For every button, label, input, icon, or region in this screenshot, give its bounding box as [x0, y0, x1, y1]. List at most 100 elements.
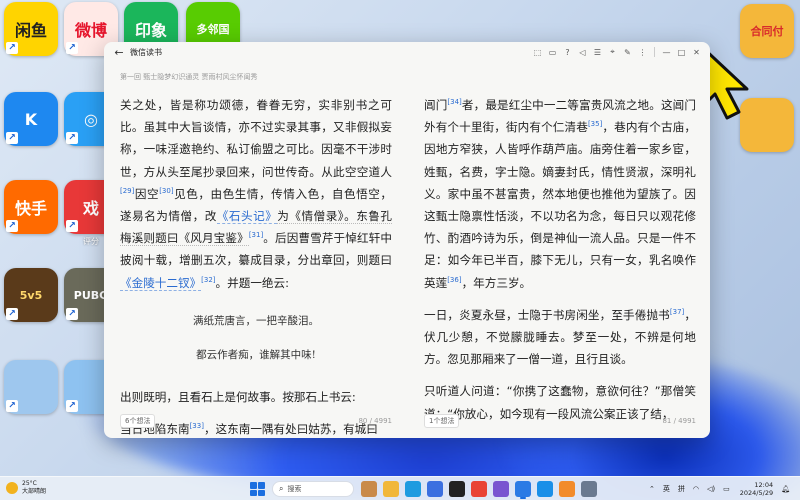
window-titlebar: ← 微信读书 ⬚ ▭? ◁ ☰ ⌖ ✎ ⋮ — □ ✕: [104, 42, 710, 62]
footnote-marker[interactable]: [37]: [670, 308, 684, 316]
wifi-icon[interactable]: ◠: [693, 485, 699, 493]
book-title-link[interactable]: 《石头记》: [216, 209, 278, 225]
text-run: ，巷内有个古庙，因地方窄狭，人皆呼作葫芦庙。庙旁住着一家乡宦，姓甄，名费，字士隐…: [424, 120, 696, 290]
kugou-app-icon[interactable]: K ↗: [4, 92, 58, 148]
footnote-marker[interactable]: [29]: [120, 187, 134, 195]
text-run: 阊门: [424, 98, 448, 112]
tray-chevron-up-icon[interactable]: ⌃: [649, 485, 655, 493]
ferret-app-icon[interactable]: [361, 481, 377, 497]
kuaishou-app-icon[interactable]: 快手 ↗: [4, 180, 58, 236]
footnote-marker[interactable]: [30]: [159, 187, 173, 195]
back-arrow-icon[interactable]: ←: [110, 42, 128, 62]
shortcut-arrow-icon: ↗: [6, 42, 18, 54]
clock-date: 2024/5/29: [739, 489, 774, 497]
footnote-marker[interactable]: [31]: [249, 231, 263, 239]
tablet-icon[interactable]: ▭: [545, 45, 560, 60]
book-title-link[interactable]: 《金陵十二钗》: [120, 275, 202, 291]
maximize-icon[interactable]: □: [674, 45, 689, 60]
edge-browser-icon[interactable]: [405, 481, 421, 497]
search-placeholder: 搜索: [287, 485, 302, 493]
battery-icon[interactable]: ▭: [723, 485, 730, 493]
poem-line: 满纸荒唐言，一把辛酸泪。: [193, 314, 319, 327]
honor-of-kings-app-icon[interactable]: 5v5 ↗: [4, 268, 58, 324]
more-icon[interactable]: ⋮: [635, 45, 650, 60]
pin-icon[interactable]: ⌖: [605, 45, 620, 60]
desktop-icon-tile: K ↗: [4, 92, 58, 146]
start-button[interactable]: [248, 480, 266, 498]
page-number: 80 / 4991: [358, 417, 392, 425]
page-number: 81 / 4991: [662, 417, 696, 425]
shortcut-arrow-icon: ↗: [6, 400, 18, 412]
genshin-app-icon[interactable]: ↗: [4, 360, 58, 416]
crop-icon[interactable]: ⬚: [530, 45, 545, 60]
text-run: ，年方三岁。: [461, 275, 532, 290]
shortcut-arrow-icon: ↗: [6, 132, 18, 144]
reader-window: ← 微信读书 ⬚ ▭? ◁ ☰ ⌖ ✎ ⋮ — □ ✕ 第一回 甄士隐梦幻识通灵 贾雨村风尘怀闺秀…: [104, 42, 710, 438]
system-tray: ⌃ 英 拼 ◠ ◁) ▭ 12:04 2024/5/29 🔔︎: [645, 479, 794, 499]
file-explorer-icon[interactable]: [383, 481, 399, 497]
shortcut-arrow-icon: ↗: [6, 308, 18, 320]
sun-icon: [6, 482, 18, 494]
notes-count-button[interactable]: 6个想法: [120, 414, 156, 428]
weather-description: 大部晴朗: [22, 488, 47, 495]
brush-icon[interactable]: ✎: [620, 45, 635, 60]
taskbar-search-box[interactable]: ⌕ 搜索: [272, 481, 354, 497]
game-app-icon[interactable]: [449, 481, 465, 497]
paragraph: 关之处，皆是称功颂德，眷眷无穷，实非别书之可比。虽其中大旨谈情，亦不过实录其事，…: [120, 94, 392, 294]
left-page: 关之处，皆是称功颂德，眷眷无穷，实非别书之可比。虽其中大旨谈情，亦不过实录其事，…: [120, 94, 392, 438]
weather-temperature: 25°C: [22, 480, 37, 487]
app-title: 微信读书: [130, 47, 162, 57]
xianyu-app-icon[interactable]: 闲鱼 ↗: [4, 2, 58, 58]
taskbar-center: ⌕ 搜索: [248, 479, 600, 499]
desktop-icon-tile: 快手 ↗: [4, 180, 58, 234]
shortcut-arrow-icon: ↗: [6, 220, 18, 232]
weather-widget[interactable]: 25°C 大部晴朗: [6, 480, 46, 496]
photos-app-icon[interactable]: [493, 481, 509, 497]
settings-app-icon[interactable]: [581, 481, 597, 497]
window-toolbar: ⬚ ▭? ◁ ☰ ⌖ ✎ ⋮ — □ ✕: [530, 42, 704, 62]
left-page-footer: 6个想法 80 / 4991: [120, 414, 392, 428]
speaker-icon[interactable]: ◁: [575, 45, 590, 60]
volume-icon[interactable]: ◁): [707, 485, 715, 493]
poem-line: 都云作者痴，谁解其中味!: [196, 348, 316, 361]
desktop-icon-tile: ↗: [4, 360, 58, 414]
close-icon[interactable]: ✕: [689, 45, 704, 60]
notification-bell-icon[interactable]: 🔔︎: [781, 485, 790, 493]
ime-mode-indicator[interactable]: 拼: [678, 484, 685, 494]
shortcut-arrow-icon: ↗: [66, 400, 78, 412]
weread-app-icon[interactable]: [515, 481, 531, 499]
toolbar-divider: [654, 47, 655, 57]
search-icon: ⌕: [279, 484, 284, 493]
shortcut-arrow-icon: ↗: [66, 42, 78, 54]
footnote-marker[interactable]: [34]: [447, 98, 461, 106]
taskbar: 25°C 大部晴朗 ⌕ 搜索 ⌃ 英 拼 ◠ ◁) ▭ 12:04 2024/5…: [0, 476, 800, 500]
footnote-marker[interactable]: [32]: [201, 276, 215, 284]
shortcut-arrow-icon: ↗: [66, 308, 78, 320]
notes-count-button[interactable]: 1个想法: [424, 414, 460, 428]
weather-text: 25°C 大部晴朗: [22, 480, 46, 496]
footnote-marker[interactable]: [36]: [447, 276, 461, 284]
text-run: 关之处，皆是称功颂德，眷眷无穷，实非别书之可比。虽其中大旨谈情，亦不过实录其事，…: [120, 98, 392, 179]
notes-app-icon[interactable]: [559, 481, 575, 497]
right-page: 阊门[34]者，最是红尘中一二等富贵风流之地。这阊门外有个十里街，街内有个仁清巷…: [424, 94, 696, 435]
chrome-browser-icon[interactable]: [471, 481, 487, 497]
paragraph: 阊门[34]者，最是红尘中一二等富贵风流之地。这阊门外有个十里街，街内有个仁清巷…: [424, 94, 696, 294]
onedrive-app-icon[interactable]: [537, 481, 553, 497]
minimize-icon[interactable]: —: [659, 45, 674, 60]
ime-language-indicator[interactable]: 英: [663, 484, 670, 494]
paragraph: 一日，炎夏永昼，士隐于书房闲坐，至手倦抛书[37]，伏几少憩，不觉朦胧睡去。梦至…: [424, 304, 696, 371]
store-app-icon[interactable]: [427, 481, 443, 497]
shortcut-arrow-icon: ↗: [66, 220, 78, 232]
footnote-marker[interactable]: [35]: [588, 120, 602, 128]
clock[interactable]: 12:04 2024/5/29: [740, 481, 773, 498]
chapter-title: 第一回 甄士隐梦幻识通灵 贾雨村风尘怀闺秀: [120, 73, 258, 81]
paragraph: 出则既明，且看石上是何故事。按那石上书云:: [120, 389, 356, 404]
right-page-footer: 1个想法 81 / 4991: [424, 414, 696, 428]
list-icon[interactable]: ☰: [590, 45, 605, 60]
desktop-icon-tile: 5v5 ↗: [4, 268, 58, 322]
shortcut-arrow-icon: ↗: [66, 132, 78, 144]
help-icon[interactable]: ?: [560, 45, 575, 60]
text-run: 。并题一绝云:: [215, 275, 290, 290]
clock-time: 12:04: [754, 480, 774, 489]
text-run: 一日，炎夏永昼，士隐于书房闲坐，至手倦抛书: [424, 307, 670, 322]
